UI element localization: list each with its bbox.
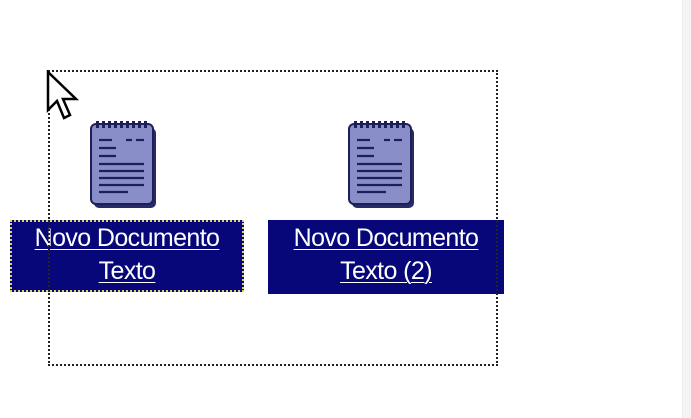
file-label-line2: Texto (2) xyxy=(340,257,432,285)
file-label-line2: Texto xyxy=(98,257,156,285)
file-label-line1: Novo Documento xyxy=(34,224,220,252)
file-label-line1: Novo Documento xyxy=(293,224,479,252)
file-label[interactable]: Novo Documento Texto xyxy=(10,220,244,292)
selection-marquee xyxy=(48,70,498,366)
window-edge xyxy=(682,0,691,418)
file-label[interactable]: Novo Documento Texto (2) xyxy=(268,220,504,294)
text-document-icon[interactable] xyxy=(346,120,420,210)
arrow-pointer-icon xyxy=(46,70,80,120)
desktop-area[interactable]: Novo Documento Texto Novo Documento Text… xyxy=(0,0,683,418)
text-document-icon[interactable] xyxy=(88,120,162,210)
